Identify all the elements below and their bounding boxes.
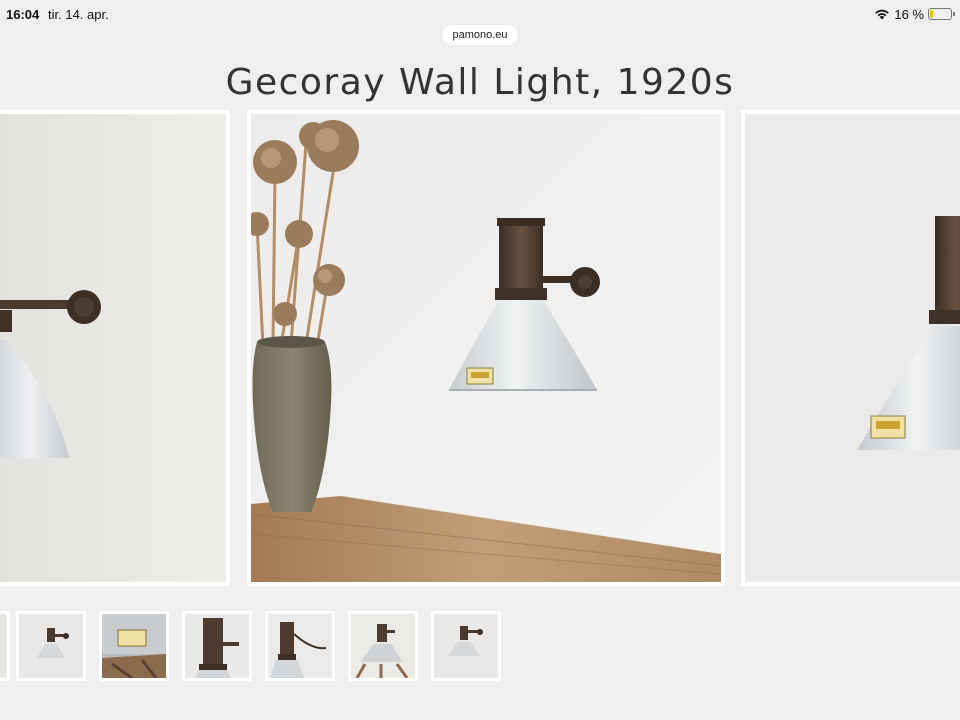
battery-icon [928,8,955,20]
thumbnail-5[interactable] [348,611,418,681]
page: 16:04 tir. 14. apr. 16 % Gecoray Wall Li… [0,0,960,720]
thumbnail-3[interactable] [182,611,252,681]
side-view-photo [0,114,226,582]
thumbnail-0[interactable] [0,611,10,681]
gallery-image-front-view[interactable] [741,110,960,586]
status-right: 16 % [874,6,955,22]
battery-fill [930,10,933,18]
thumbnail-5-image [351,614,415,678]
thumbnail-3-image [185,614,249,678]
status-date: tir. 14. apr. [48,7,109,22]
url-pill[interactable]: pamono.eu [442,25,518,45]
main-view-photo [251,114,721,582]
status-time: 16:04 [6,7,40,22]
gallery-image-side-view[interactable] [0,110,230,586]
wifi-icon [875,9,890,20]
thumbnail-4[interactable] [265,611,335,681]
thumbnail-2[interactable] [99,611,169,681]
status-bar: 16:04 tir. 14. apr. 16 % [0,0,960,28]
thumbnail-4-image [268,614,332,678]
page-title: Gecoray Wall Light, 1920s [225,62,735,104]
thumbnail-0-image [0,614,7,678]
thumbnail-1[interactable] [16,611,86,681]
thumbnail-6-image [434,614,498,678]
thumbnail-1-image [19,614,83,678]
front-view-photo [745,114,960,582]
thumbnail-2-image [102,614,166,678]
thumbnail-6[interactable] [431,611,501,681]
gallery-image-main-view[interactable] [247,110,725,586]
battery-percent: 16 % [894,6,924,22]
